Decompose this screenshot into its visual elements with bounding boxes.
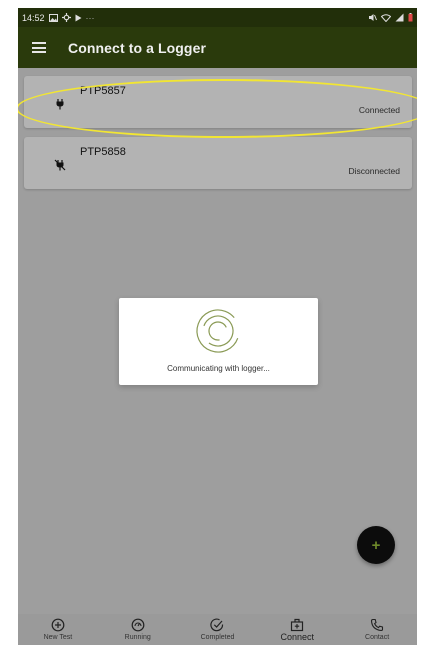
logger-status: Connected [358, 105, 400, 115]
logger-name: PTP5857 [80, 85, 126, 97]
more-icon: ··· [85, 12, 95, 23]
page-title: Connect to a Logger [68, 39, 207, 56]
check-circle-icon [210, 618, 224, 632]
progress-dialog: Communicating with logger... [119, 298, 318, 385]
logger-status: Disconnected [348, 166, 400, 176]
plug-icon [56, 99, 64, 110]
nav-label: Connect [280, 632, 315, 642]
nav-contact[interactable]: Contact [337, 614, 417, 645]
status-time: 14:52 [22, 12, 45, 23]
play-icon [75, 14, 82, 21]
add-logger-button[interactable]: + [357, 526, 395, 564]
nav-running[interactable]: Running [98, 614, 178, 645]
nav-label: Completed [200, 634, 235, 641]
logger-card-ptp5858[interactable]: PTP5858 Disconnected [24, 137, 412, 189]
status-bar-right [368, 13, 413, 22]
nav-completed[interactable]: Completed [178, 614, 258, 645]
image-icon [48, 13, 58, 22]
settings-icon [61, 13, 71, 22]
phone-icon [371, 618, 384, 632]
gauge-icon [131, 618, 145, 632]
battery-icon [408, 13, 413, 22]
wifi-icon [381, 13, 391, 22]
logger-card-ptp5857[interactable]: PTP5857 Connected [24, 76, 412, 128]
nav-label: New Test [43, 634, 73, 641]
nav-label: Contact [365, 634, 390, 641]
menu-icon[interactable] [32, 42, 46, 53]
nav-new-test[interactable]: New Test [18, 614, 98, 645]
logger-name: PTP5858 [80, 146, 126, 158]
signal-icon [395, 13, 404, 22]
plug-disconnected-icon [54, 159, 66, 171]
nav-connect[interactable]: Connect [257, 614, 337, 645]
dialog-message: Communicating with logger... [167, 364, 270, 373]
app-bar: Connect to a Logger [18, 27, 417, 68]
spinner-icon [196, 309, 240, 353]
status-bar-left: 14:52 ··· [22, 13, 95, 23]
nav-label: Running [124, 634, 151, 641]
connect-icon [291, 618, 304, 632]
mute-icon [369, 14, 377, 21]
device-screen: 14:52 ··· Connect to a Logger PTP5857 Co… [18, 8, 417, 645]
add-circle-icon [51, 618, 65, 632]
plus-icon: + [371, 536, 381, 554]
status-bar: 14:52 ··· [18, 8, 417, 27]
bottom-navigation: New Test Running Completed Connect Conta… [18, 614, 417, 645]
